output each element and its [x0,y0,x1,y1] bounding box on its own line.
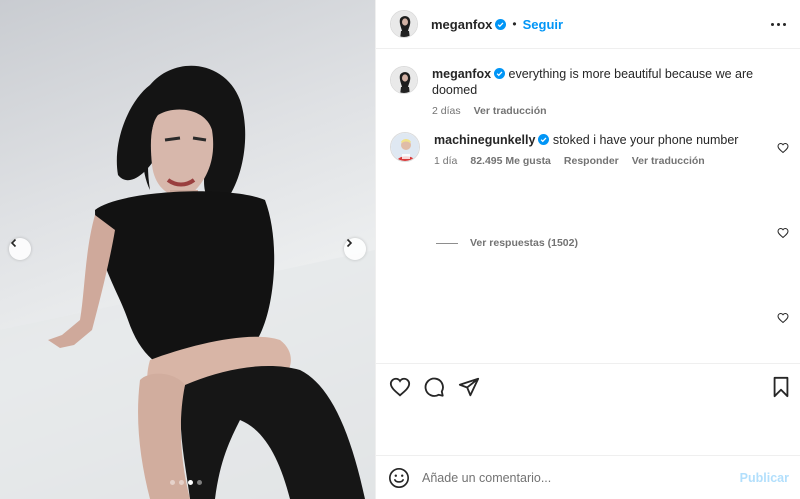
replies-divider [436,242,458,244]
post-header: meganfox • Seguir [376,0,800,49]
comment-likes[interactable]: 82.495 Me gusta [470,155,551,167]
comments-list[interactable]: meganfox everything is more beautiful be… [376,50,800,363]
carousel-dot [170,480,175,485]
avatar-image [391,67,417,93]
save-bookmark-icon[interactable] [771,376,791,398]
carousel-dot-active [188,480,193,485]
see-translation-link[interactable]: Ver traducción [474,105,547,117]
caption-avatar[interactable] [390,66,418,94]
verified-badge-icon [494,68,506,79]
like-comment-heart-icon[interactable] [777,227,789,239]
photo-illustration [0,65,375,499]
view-replies-label: Ver respuestas (1502) [470,237,578,249]
more-options-icon[interactable] [771,22,786,26]
follow-button[interactable]: Seguir [523,17,563,32]
previous-slide-button[interactable] [9,238,31,260]
publish-button[interactable]: Publicar [740,471,789,485]
see-translation-link[interactable]: Ver traducción [632,155,705,167]
like-comment-heart-icon[interactable] [777,142,789,154]
comment-text: stoked i have your phone number [552,133,739,147]
like-heart-icon[interactable] [389,376,411,398]
emoji-icon[interactable] [388,467,410,489]
author-username[interactable]: meganfox [431,17,492,32]
verified-badge-icon [495,18,507,30]
post-actions-bar [376,363,800,411]
carousel-dot [179,480,184,485]
commenter-avatar[interactable] [390,132,420,162]
like-comment-heart-icon[interactable] [777,312,789,324]
verified-badge-icon [538,134,550,145]
comment-bubble-icon[interactable] [423,376,445,398]
header-separator: • [512,17,517,31]
carousel-dot [197,480,202,485]
post-details-panel: meganfox • Seguir meganfox everything is [375,0,800,499]
caption: meganfox everything is more beautiful be… [390,66,762,117]
next-slide-button[interactable] [344,238,366,260]
caption-username[interactable]: meganfox [432,67,491,81]
author-avatar[interactable] [390,10,418,38]
post-image[interactable] [0,0,375,499]
add-comment-bar: Publicar [376,455,800,499]
chevron-left-icon [10,238,17,248]
avatar-image [391,133,419,161]
view-replies-button[interactable]: Ver respuestas (1502) [436,237,578,249]
carousel-indicator [170,480,202,485]
share-send-icon[interactable] [458,376,480,398]
reply-button[interactable]: Responder [564,155,619,167]
commenter-username[interactable]: machinegunkelly [434,133,535,147]
comment-age[interactable]: 1 día [434,155,457,167]
comment-item: machinegunkelly stoked i have your phone… [390,132,764,167]
caption-age[interactable]: 2 días [432,105,461,117]
avatar-image [391,11,417,37]
chevron-right-icon [346,238,353,248]
comment-input[interactable] [422,470,740,485]
